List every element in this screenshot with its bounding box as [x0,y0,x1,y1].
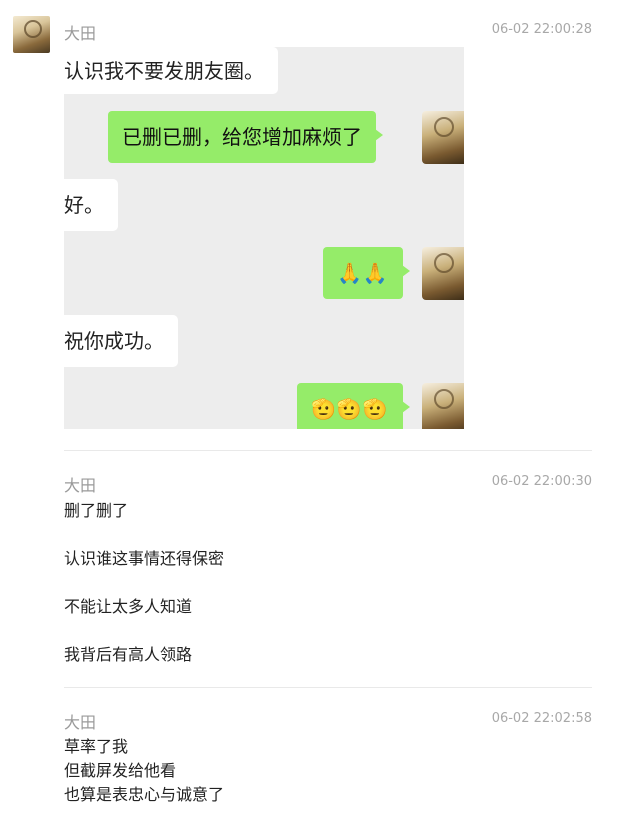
sender-name: 大田 [64,713,97,732]
sender-name: 大田 [64,24,97,43]
salute-emoji: 🫡🫡🫡 [311,397,389,421]
message-header: 大田 06-02 22:02:58 [64,709,592,733]
message-header: 大田 06-02 22:00:28 [64,20,592,44]
message-line: 删了删了 [64,501,129,520]
message-header: 大田 06-02 22:00:30 [64,472,592,496]
message-time: 06-02 22:00:30 [491,474,592,489]
message-line: 但截屏发给他看 [64,761,177,780]
message-time: 06-02 22:02:58 [491,711,592,726]
sender-avatar[interactable] [13,16,50,53]
message-line: 我背后有高人领路 [64,645,193,664]
chat-bubble-received: 好。 [64,179,118,231]
sender-name: 大田 [64,476,97,495]
chat-bubble-received: 祝你成功。 [64,315,178,367]
my-avatar [422,247,464,300]
chat-bubble-sent: 🙏🙏 [323,247,410,299]
message-divider [64,687,592,688]
chat-bubble-received: 认识我不要发朋友圈。 [64,47,278,94]
message-line: 草率了我 [64,737,129,756]
my-avatar [422,383,464,429]
pray-emoji: 🙏🙏 [337,261,389,285]
message-divider [64,450,592,451]
message-line: 也算是表忠心与诚意了 [64,785,225,804]
message-line: 不能让太多人知道 [64,597,193,616]
chat-screenshot-image[interactable]: 认识我不要发朋友圈。 已删已删，给您增加麻烦了 好。 🙏🙏 祝你成功。 🫡🫡🫡 [64,47,464,429]
message-time: 06-02 22:00:28 [491,22,592,37]
message-line: 认识谁这事情还得保密 [64,549,225,568]
chat-bubble-sent: 已删已删，给您增加麻烦了 [108,111,383,163]
my-avatar [422,111,464,164]
chat-bubble-sent: 🫡🫡🫡 [297,383,410,429]
